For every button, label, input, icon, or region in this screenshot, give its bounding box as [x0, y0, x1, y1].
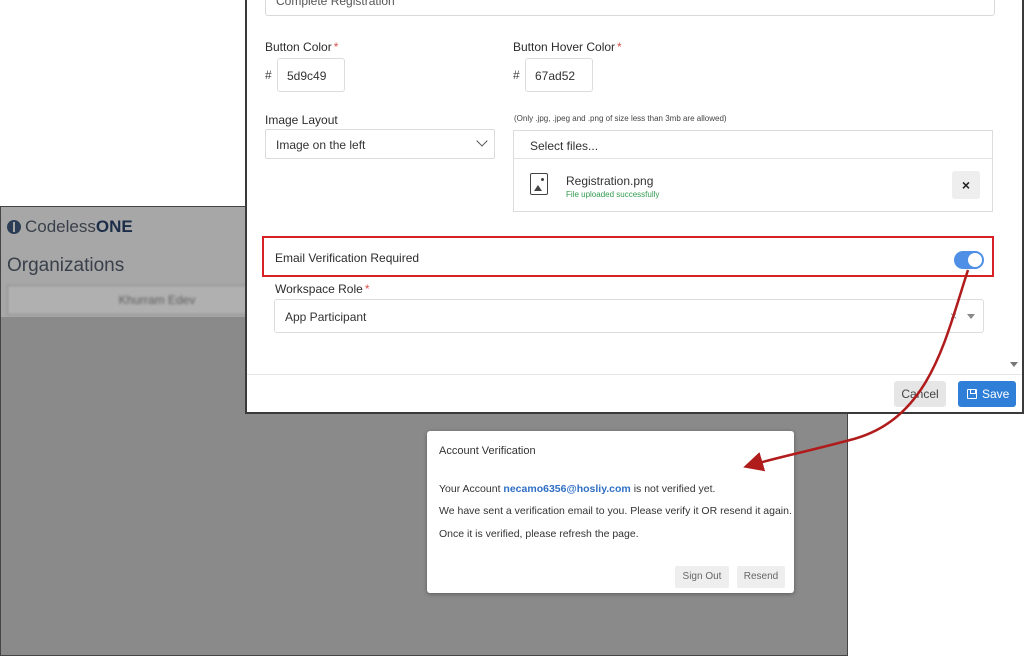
account-email: necamo6356@hosliy.com	[503, 483, 631, 495]
registration-settings-panel: Complete Registration Button Color * # 5d…	[245, 0, 1024, 414]
codeless-one-logo: CodelessONE	[7, 217, 133, 237]
save-icon	[967, 389, 977, 399]
upload-note: (Only .jpg, .jpeg and .png of size less …	[514, 114, 727, 123]
dialog-message-account: Your Account necamo6356@hosliy.com is no…	[439, 483, 716, 495]
logo-text: CodelessONE	[25, 217, 133, 236]
cancel-button[interactable]: Cancel	[894, 381, 946, 407]
dialog-message-refresh: Once it is verified, please refresh the …	[439, 528, 639, 540]
image-file-icon	[530, 173, 548, 195]
hash-prefix: #	[265, 68, 272, 82]
image-layout-value: Image on the left	[276, 138, 366, 152]
organizations-title: Organizations	[7, 255, 125, 276]
logo-mark-icon	[7, 220, 21, 234]
image-layout-label: Image Layout	[265, 113, 338, 127]
email-verification-label: Email Verification Required	[275, 251, 420, 265]
save-label: Save	[982, 387, 1010, 401]
chevron-down-icon	[476, 135, 488, 147]
sign-out-button[interactable]: Sign Out	[675, 566, 729, 588]
footer-divider	[247, 374, 1022, 375]
email-verification-toggle[interactable]	[954, 251, 984, 269]
caret-down-icon	[967, 314, 975, 319]
button-hover-color-label: Button Hover Color *	[513, 40, 622, 54]
workspace-role-select[interactable]: App Participant ×	[274, 299, 984, 333]
dialog-title: Account Verification	[439, 445, 536, 457]
clear-icon[interactable]: ×	[950, 309, 957, 323]
resend-button[interactable]: Resend	[737, 566, 785, 588]
dialog-message-sent: We have sent a verification email to you…	[439, 505, 792, 517]
button-text-field[interactable]: Complete Registration	[265, 0, 995, 16]
workspace-role-label: Workspace Role *	[275, 282, 370, 296]
hash-prefix: #	[513, 68, 520, 82]
workspace-role-value: App Participant	[285, 310, 367, 324]
uploaded-file-name: Registration.png	[566, 174, 654, 188]
select-files-button[interactable]: Select files...	[514, 131, 992, 159]
remove-file-button[interactable]: ×	[952, 171, 980, 199]
button-hover-color-input[interactable]: 67ad52	[525, 58, 593, 92]
button-color-input[interactable]: 5d9c49	[277, 58, 345, 92]
save-button[interactable]: Save	[958, 381, 1016, 407]
toggle-knob	[968, 253, 982, 267]
file-upload: Select files... Registration.png File up…	[513, 130, 993, 212]
button-color-label: Button Color *	[265, 40, 339, 54]
upload-status: File uploaded successfully	[566, 190, 660, 199]
scroll-down-icon[interactable]	[1010, 362, 1018, 367]
image-layout-select[interactable]: Image on the left	[265, 129, 495, 159]
account-verification-dialog: Account Verification Your Account necamo…	[427, 431, 794, 593]
